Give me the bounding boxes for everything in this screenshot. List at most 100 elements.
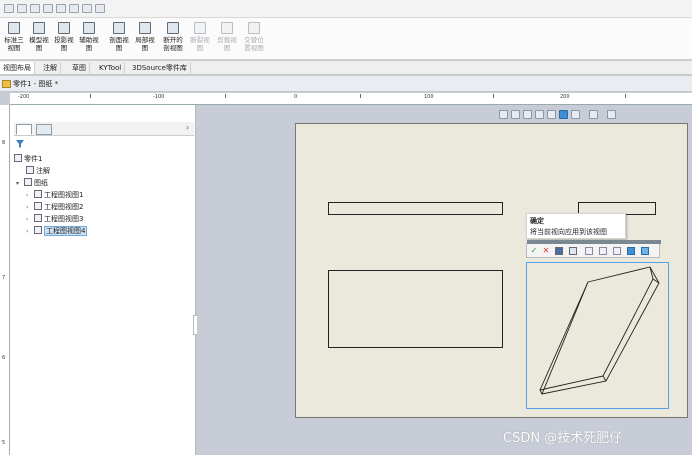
ruler-tick [225,94,226,98]
tab-kytool[interactable]: KYTool [96,62,126,74]
feature-manager-tabs: › [14,122,194,136]
vertical-ruler: 8 7 6 5 [0,105,10,455]
appearance-icon[interactable] [607,110,616,119]
ruler-label: 200 [560,94,570,100]
feature-tree-tab[interactable] [16,124,32,135]
open-icon[interactable] [17,4,27,13]
projected-view-button[interactable]: 投影视 图 [50,20,78,58]
tree-item-view-2[interactable]: › 工程图视图2 [26,202,83,213]
drawing-view-icon [34,214,42,222]
zoom-to-area-icon[interactable] [511,110,520,119]
display-style-icon[interactable] [571,110,580,119]
sheet-icon [24,178,32,186]
break-view-icon [194,22,206,34]
tree-item-view-1[interactable]: › 工程图视图1 [26,190,83,201]
drawing-view-top[interactable] [328,202,503,215]
tooltip: 确定 将当前视向应用到该视图 [526,213,626,239]
zoom-icon[interactable] [585,247,593,255]
rebuild-icon[interactable] [82,4,92,13]
tree-item-annotations[interactable]: 注解 [26,166,50,177]
ruler-label: -100 [153,94,165,100]
section-view-icon[interactable] [535,110,544,119]
annotation-icon [26,166,34,174]
ruler-label: 0 [294,94,298,100]
model-view-icon [33,22,45,34]
rotate-view-icon[interactable] [627,247,635,255]
view-orientation-icon[interactable] [559,110,568,119]
tab-view-layout[interactable]: 视图布局 [0,62,35,74]
new-icon[interactable] [4,4,14,13]
view-orientation-icon[interactable] [569,247,577,255]
tab-sketch[interactable]: 草图 [69,62,90,74]
alternate-position-view-button[interactable]: 交替位 置视图 [240,20,268,58]
heads-up-view-toolbar [497,109,629,122]
tooltip-title: 确定 [530,217,544,225]
document-title: 零件1 - 图纸 * [13,80,59,88]
filter-icon[interactable] [16,140,24,148]
previous-view-icon[interactable] [523,110,532,119]
command-tabs: 视图布局 注解 草图 KYTool 3DSource零件库 [0,61,692,75]
tree-item-view-4[interactable]: › 工程图视图4 [26,226,88,237]
property-manager-tab[interactable] [36,124,52,135]
broken-out-section-icon [167,22,179,34]
cancel-icon[interactable]: ✕ [541,246,551,256]
tab-3dsource[interactable]: 3DSource零件库 [129,62,191,74]
quick-access-toolbar [0,0,692,18]
tree-item-sheet[interactable]: ▾ 图纸 [16,178,48,189]
zoom-in-icon[interactable] [599,247,607,255]
drawing-view-icon [34,190,42,198]
ruler-label: 100 [424,94,434,100]
isometric-part-outline [539,266,660,395]
drawing-view-icon [34,226,42,234]
chevron-right-icon[interactable]: › [26,202,34,213]
ruler-tick [90,94,91,98]
ruler-label: 7 [2,275,6,281]
zoom-out-icon[interactable] [613,247,621,255]
pan-icon[interactable] [641,247,649,255]
ruler-label: 5 [2,440,6,446]
ruler-tick [493,94,494,98]
chevron-right-icon[interactable]: › [26,190,34,201]
ok-icon[interactable]: ✓ [529,246,539,256]
tab-annotation[interactable]: 注解 [40,62,61,74]
ruler-tick [625,94,626,98]
rotate-icon[interactable] [547,110,556,119]
drawing-view-isometric-selected[interactable] [526,262,669,409]
broken-out-section-button[interactable]: 断开的 剖视图 [159,20,187,58]
break-view-button[interactable]: 断裂视 图 [186,20,214,58]
zoom-to-fit-icon[interactable] [499,110,508,119]
save-view-icon[interactable] [555,247,563,255]
options-icon[interactable] [95,4,105,13]
chevron-right-icon[interactable]: › [26,214,34,225]
chevron-down-icon[interactable]: ▾ [16,178,24,189]
tooltip-description: 将当前视向应用到该视图 [530,228,607,236]
drawing-view-icon [34,202,42,210]
redo-icon[interactable] [69,4,79,13]
model-view-button[interactable]: 模型视 图 [25,20,53,58]
save-icon[interactable] [30,4,40,13]
drawing-document-icon [2,80,11,88]
ruler-label: 8 [2,140,6,146]
hide-show-items-icon[interactable] [589,110,598,119]
standard-3-view-button[interactable]: 标准三 视图 [0,20,28,58]
alternate-position-view-icon [248,22,260,34]
ruler-label: -200 [18,94,30,100]
drawing-icon [14,154,22,162]
section-view-button[interactable]: 剖面视 图 [105,20,133,58]
chevron-right-icon[interactable]: › [186,123,189,132]
tree-item-view-3[interactable]: › 工程图视图3 [26,214,83,225]
auxiliary-view-button[interactable]: 辅助视 图 [75,20,103,58]
auxiliary-view-icon [83,22,95,34]
detail-view-button[interactable]: 局部视 图 [131,20,159,58]
print-icon[interactable] [43,4,53,13]
drawing-view-front[interactable] [328,270,503,348]
view-popup-toolbar: ✓ ✕ [526,240,661,258]
toolbar-header [527,240,661,244]
tree-item-part[interactable]: 零件1 [14,154,42,165]
chevron-right-icon[interactable]: › [26,226,34,237]
crop-view-button[interactable]: 剪裁视 图 [213,20,241,58]
command-ribbon: 标准三 视图 模型视 图 投影视 图 辅助视 图 剖面视 图 局部视 图 断开的… [0,18,692,60]
undo-icon[interactable] [56,4,66,13]
watermark: CSDN @技术死肥仔 [503,431,623,446]
crop-view-icon [221,22,233,34]
